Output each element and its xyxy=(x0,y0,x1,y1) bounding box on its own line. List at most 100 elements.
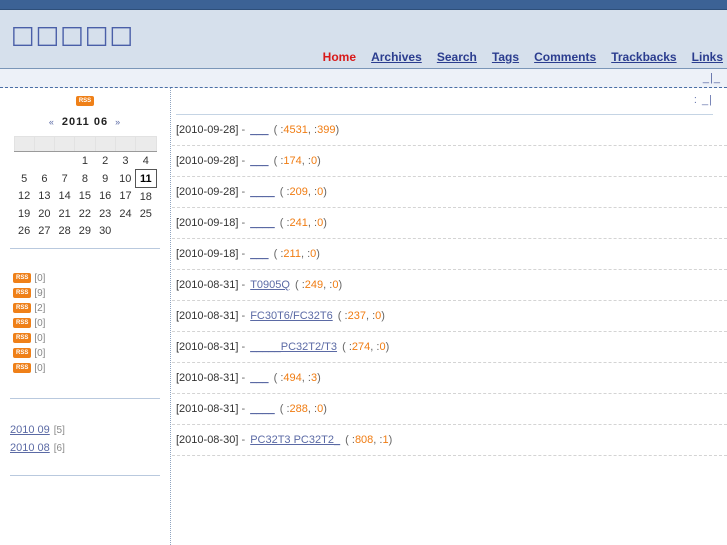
nav-item-comments[interactable]: Comments xyxy=(534,50,596,64)
calendar-day[interactable]: 24 xyxy=(115,205,135,222)
rss-icon[interactable]: RSS xyxy=(13,363,32,374)
category-count: [2] xyxy=(34,303,46,314)
calendar-weekday-5 xyxy=(114,136,137,152)
post-meta-close: ) xyxy=(317,372,321,384)
post-title-link[interactable]: ___ xyxy=(248,372,270,384)
list-item: 2010 08 [6] xyxy=(10,439,170,457)
category-count: [0] xyxy=(34,348,46,359)
calendar-day[interactable]: 27 xyxy=(34,222,54,239)
post-separator: - xyxy=(241,124,246,136)
calendar-day[interactable]: 4 xyxy=(136,152,156,170)
post-meta-open: ( xyxy=(273,248,278,260)
rss-icon[interactable]: RSS xyxy=(13,273,32,284)
sidebar-divider-1 xyxy=(10,248,160,249)
post-title-link[interactable]: ____ xyxy=(248,403,276,415)
table-row: [2010-08-31] - T0905Q ( :249, :0) xyxy=(172,270,727,301)
post-title-link[interactable]: ____ xyxy=(248,186,276,198)
sidebar-divider-2 xyxy=(10,398,160,399)
calendar-prev-button[interactable]: « xyxy=(46,117,58,127)
calendar-next-button[interactable]: » xyxy=(112,117,124,127)
calendar-day[interactable]: 15 xyxy=(75,188,95,206)
calendar-day[interactable]: 16 xyxy=(95,188,115,206)
rss-icon[interactable]: RSS xyxy=(75,96,95,107)
nav-item-home[interactable]: Home xyxy=(323,50,356,64)
calendar-day-today[interactable]: 11 xyxy=(135,169,157,188)
calendar-day[interactable]: 2 xyxy=(95,152,115,170)
calendar-day[interactable]: 21 xyxy=(55,205,75,222)
calendar-week-row: 12 13 14 15 16 17 18 xyxy=(14,188,156,206)
post-title-link[interactable]: ____ xyxy=(248,217,276,229)
post-list: [2010-09-28] - ___ ( :4531, :399) [2010-… xyxy=(172,115,727,456)
post-separator: - xyxy=(241,310,246,322)
calendar-day[interactable]: 8 xyxy=(75,170,95,188)
archive-link[interactable]: 2010 09 xyxy=(10,424,50,436)
post-date: [2010-08-31] xyxy=(176,403,239,415)
post-title-link[interactable]: ___ xyxy=(248,155,270,167)
calendar-day[interactable]: 3 xyxy=(115,152,135,170)
calendar-weekday-6 xyxy=(135,136,157,152)
calendar-day[interactable]: 20 xyxy=(34,205,54,222)
post-title-link[interactable]: _____PC32T2/T3 xyxy=(248,341,339,353)
post-title-link[interactable]: FC30T6/FC32T6 xyxy=(248,310,335,322)
post-title-link[interactable]: PC32T3 PC32T2_ xyxy=(248,434,342,446)
post-date: [2010-08-31] xyxy=(176,310,239,322)
calendar-day[interactable]: 10 xyxy=(115,170,135,188)
post-separator: - xyxy=(241,217,246,229)
post-date: [2010-08-30] xyxy=(176,434,239,446)
post-views-count: 274 xyxy=(351,341,371,353)
nav-item-links[interactable]: Links xyxy=(692,50,723,64)
calendar-day[interactable]: 13 xyxy=(34,188,54,206)
archive-link[interactable]: 2010 08 xyxy=(10,442,50,454)
rss-icon[interactable]: RSS xyxy=(13,303,32,314)
calendar-day xyxy=(34,152,54,170)
calendar-day[interactable]: 17 xyxy=(115,188,135,206)
calendar-weekday-4 xyxy=(94,136,116,152)
table-row: [2010-09-18] - ___ ( :211, :0) xyxy=(172,239,727,270)
nav-item-tags[interactable]: Tags xyxy=(492,50,519,64)
nav-item-search[interactable]: Search xyxy=(437,50,477,64)
nav-item-trackbacks[interactable]: Trackbacks xyxy=(611,50,676,64)
calendar-day[interactable]: 5 xyxy=(14,170,34,188)
post-title-link[interactable]: ___ xyxy=(248,248,270,260)
calendar-day[interactable]: 7 xyxy=(55,170,75,188)
calendar-day[interactable]: 23 xyxy=(95,205,115,222)
category-count: [0] xyxy=(34,333,46,344)
main-navigation: Home Archives Search Tags Comments Track… xyxy=(311,50,723,64)
rss-icon[interactable]: RSS xyxy=(13,348,32,359)
post-title-link[interactable]: ___ xyxy=(248,124,270,136)
calendar-day[interactable]: 22 xyxy=(75,205,95,222)
calendar-week-row: 1 2 3 4 xyxy=(14,152,156,170)
post-meta-comma: , xyxy=(307,403,311,415)
post-comments-count: 399 xyxy=(317,124,336,136)
rss-icon[interactable]: RSS xyxy=(13,333,32,344)
calendar-day[interactable]: 25 xyxy=(136,205,156,222)
nav-item-archives[interactable]: Archives xyxy=(371,50,422,64)
calendar-day[interactable]: 9 xyxy=(95,170,115,188)
post-views-count: 808 xyxy=(354,434,374,446)
post-meta-open: ( xyxy=(273,124,278,136)
calendar-day[interactable]: 18 xyxy=(136,188,156,206)
content-area: RSS « 2011 06 » 1 2 3 4 5 6 7 8 9 10 11 … xyxy=(0,88,727,545)
calendar-day[interactable]: 14 xyxy=(55,188,75,206)
post-views-count: 209 xyxy=(289,186,308,198)
post-views-count: 237 xyxy=(347,310,366,322)
list-item: 2010 09 [5] xyxy=(10,421,170,439)
calendar-day[interactable]: 19 xyxy=(14,205,34,222)
calendar-day[interactable]: 6 xyxy=(34,170,54,188)
calendar-day xyxy=(136,222,156,239)
calendar-day[interactable]: 29 xyxy=(75,222,95,239)
calendar-day[interactable]: 26 xyxy=(14,222,34,239)
post-meta-comma: , xyxy=(301,155,305,167)
calendar-day[interactable]: 1 xyxy=(75,152,95,170)
post-meta-open: ( xyxy=(279,186,284,198)
post-separator: - xyxy=(241,434,246,446)
sidebar-divider-3 xyxy=(10,475,160,476)
calendar-day[interactable]: 12 xyxy=(14,188,34,206)
post-meta-comma: , xyxy=(365,310,369,322)
calendar-day[interactable]: 28 xyxy=(55,222,75,239)
calendar-day[interactable]: 30 xyxy=(95,222,115,239)
rss-icon[interactable]: RSS xyxy=(13,318,32,329)
post-title-link[interactable]: T0905Q xyxy=(248,279,292,291)
table-row: [2010-08-31] - FC30T6/FC32T6 ( :237, :0) xyxy=(172,301,727,332)
rss-icon[interactable]: RSS xyxy=(13,288,32,299)
